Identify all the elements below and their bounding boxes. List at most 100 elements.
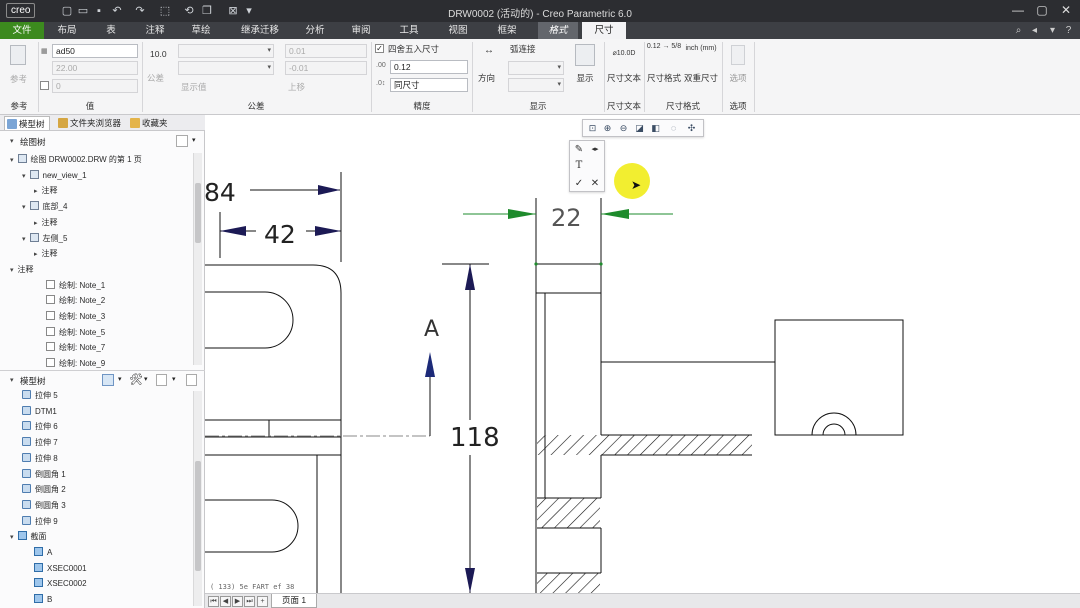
collapse-icon[interactable]: ▾ bbox=[10, 137, 14, 145]
tree-item[interactable]: B bbox=[34, 593, 52, 607]
left-view-geometry[interactable] bbox=[205, 264, 342, 593]
options-icon[interactable] bbox=[731, 45, 745, 65]
columns-dropdown[interactable]: ▾ bbox=[172, 375, 176, 383]
help-icon[interactable]: ? bbox=[1062, 24, 1075, 37]
settings-icon[interactable]: ▾ bbox=[1046, 24, 1059, 37]
filter-icon[interactable] bbox=[186, 374, 197, 386]
tree-item[interactable]: 拉伸 9 bbox=[22, 515, 58, 529]
scroll-thumb[interactable] bbox=[195, 461, 201, 571]
dual-dim-button[interactable]: 双重尺寸 bbox=[682, 72, 720, 84]
display-style-icon[interactable]: ◧ bbox=[649, 122, 662, 135]
tree-item[interactable]: ▸ 注释 bbox=[34, 216, 58, 230]
tree-item[interactable]: ▾ 绘图 DRW0002.DRW 的第 1 页 bbox=[10, 153, 142, 167]
drawing-canvas[interactable]: 84 42 22 A 118 (133) 5e FART ef 38 ➤ bbox=[205, 115, 1080, 593]
tree-item[interactable]: DTM1 bbox=[22, 405, 57, 419]
tree-item[interactable]: 倒圆角 3 bbox=[22, 499, 66, 513]
tree-item[interactable]: 拉伸 7 bbox=[22, 436, 58, 450]
show-dropdown[interactable]: ▾ bbox=[118, 375, 122, 383]
view-manager-icon[interactable]: ◌ bbox=[667, 122, 680, 135]
dimension-22[interactable]: 22 bbox=[463, 198, 673, 265]
minimize-button[interactable]: — bbox=[1006, 2, 1030, 19]
tree-item[interactable]: XSEC0002 bbox=[34, 577, 87, 591]
dimension-118[interactable]: 118 bbox=[442, 263, 500, 593]
tree-item[interactable]: 绘制: Note_3 bbox=[46, 310, 105, 324]
collapse-icon[interactable]: ▾ bbox=[10, 376, 14, 384]
override-value-field[interactable]: 0 bbox=[52, 79, 138, 93]
dim-text-button[interactable]: 尺寸文本 bbox=[606, 72, 642, 84]
tolerance-table-select[interactable]: ▾ bbox=[178, 61, 274, 75]
arrow-style-icon[interactable]: ↔ bbox=[478, 45, 500, 56]
sheet-tab-1[interactable]: 页面 1 bbox=[271, 594, 317, 608]
tab-annotate[interactable]: 注释 bbox=[140, 22, 170, 39]
options-button[interactable]: 选项 bbox=[724, 72, 752, 84]
tree-item[interactable]: 绘制: Note_2 bbox=[46, 294, 105, 308]
dim-format-button[interactable]: 尺寸格式 bbox=[646, 72, 682, 84]
tree-settings-dropdown[interactable]: ▾ bbox=[192, 136, 196, 144]
reference-button[interactable]: 参考 bbox=[10, 73, 27, 85]
tree-settings-icon[interactable] bbox=[176, 135, 188, 147]
expand-icon[interactable]: ▸ bbox=[34, 251, 38, 258]
tree-item[interactable]: ▾ 截面 bbox=[10, 530, 47, 544]
edit-icon[interactable]: ✎ bbox=[573, 144, 585, 156]
tree-item[interactable]: 拉伸 6 bbox=[22, 420, 58, 434]
dual-dim-icon[interactable]: inch (mm) bbox=[684, 45, 718, 52]
direction-button[interactable]: 方向 bbox=[478, 72, 495, 84]
tree-item[interactable]: ▾ new_view_1 bbox=[22, 169, 87, 183]
expand-icon[interactable]: ▸ bbox=[34, 220, 38, 227]
tree-item[interactable]: ▸ 注释 bbox=[34, 184, 58, 198]
tree-item[interactable]: ▾ 注释 bbox=[10, 263, 34, 277]
witness-line-select[interactable]: ▾ bbox=[508, 61, 564, 75]
fraction-format-icon[interactable]: 0.12 → 5/8 bbox=[646, 43, 682, 50]
override-checkbox[interactable] bbox=[40, 81, 49, 90]
decimal-places-select[interactable]: 0.12 bbox=[390, 60, 468, 74]
expand-icon[interactable]: ▸ bbox=[34, 188, 38, 195]
close-button[interactable]: ✕ bbox=[1054, 2, 1078, 19]
tree-item[interactable]: 绘制: Note_9 bbox=[46, 357, 105, 371]
show-value-checkbox[interactable]: 显示值 bbox=[181, 81, 207, 93]
expand-icon[interactable]: ▾ bbox=[10, 534, 14, 541]
zoom-out-icon[interactable]: ⊖ bbox=[617, 122, 630, 135]
show-icon[interactable] bbox=[102, 374, 114, 386]
tab-folder-browser[interactable]: 文件夹浏览器 bbox=[56, 116, 124, 130]
next-sheet-button[interactable]: ▶ bbox=[232, 596, 243, 607]
dimension-name-field[interactable]: ad50 bbox=[52, 44, 138, 58]
help-toggle-icon[interactable]: ◂ bbox=[1028, 24, 1041, 37]
arc-connect-label[interactable]: 弧连接 bbox=[510, 43, 536, 55]
nominal-value-field[interactable]: 22.00 bbox=[52, 61, 138, 75]
confirm-icon[interactable]: ✓ bbox=[573, 178, 585, 190]
text-style-icon[interactable]: T bbox=[573, 160, 585, 172]
tab-favorites[interactable]: 收藏夹 bbox=[128, 116, 176, 130]
dimension-line-select[interactable]: ▾ bbox=[508, 78, 564, 92]
maximize-button[interactable]: ▢ bbox=[1030, 2, 1054, 19]
display-icon[interactable] bbox=[575, 44, 595, 66]
dim-text-icon[interactable]: ⌀10.0D bbox=[606, 49, 642, 57]
tree-item[interactable]: 绘制: Note_7 bbox=[46, 341, 105, 355]
tree-item[interactable]: ▾ 底部_4 bbox=[22, 200, 67, 214]
section-view-geometry[interactable] bbox=[534, 262, 904, 593]
tolerance-dropdown[interactable]: 公差 bbox=[147, 72, 164, 84]
tab-legacy-migration[interactable]: 继承迁移 bbox=[232, 22, 288, 39]
tolerance-type-select[interactable]: ▾ bbox=[178, 44, 274, 58]
tab-tools[interactable]: 工具 bbox=[394, 22, 424, 39]
model-tree-scrollbar[interactable] bbox=[193, 391, 202, 606]
tab-sketch[interactable]: 草绘 bbox=[186, 22, 216, 39]
expand-icon[interactable]: ▾ bbox=[10, 157, 14, 164]
tab-review[interactable]: 审阅 bbox=[346, 22, 376, 39]
display-button[interactable]: 显示 bbox=[573, 72, 597, 84]
search-icon[interactable]: ⌕ bbox=[1012, 24, 1025, 37]
section-line-a[interactable]: A bbox=[205, 317, 439, 437]
reference-icon[interactable] bbox=[10, 45, 26, 65]
tab-view[interactable]: 视图 bbox=[443, 22, 473, 39]
scroll-thumb[interactable] bbox=[195, 183, 201, 243]
columns-icon[interactable] bbox=[156, 374, 167, 386]
flip-arrows-icon[interactable]: ◂▸ bbox=[589, 144, 601, 156]
tree-item[interactable]: 拉伸 8 bbox=[22, 452, 58, 466]
tree-item[interactable]: 绘制: Note_5 bbox=[46, 326, 105, 340]
last-sheet-button[interactable]: ⏭ bbox=[244, 596, 255, 607]
refit-icon[interactable]: ⊡ bbox=[586, 122, 599, 135]
lower-tolerance-field[interactable]: -0.01 bbox=[285, 61, 367, 75]
tolerance-decimal-select[interactable]: 同尺寸 bbox=[390, 78, 468, 92]
tab-table[interactable]: 表 bbox=[96, 22, 126, 39]
tree-item[interactable]: A bbox=[34, 546, 52, 560]
expand-icon[interactable]: ▾ bbox=[22, 173, 26, 180]
